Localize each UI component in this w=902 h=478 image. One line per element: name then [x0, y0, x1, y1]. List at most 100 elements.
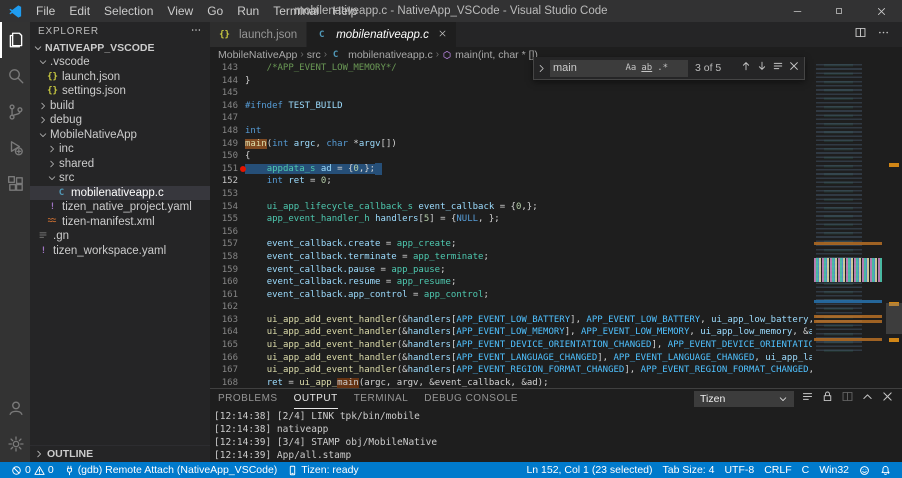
minimize-icon[interactable]	[776, 0, 818, 22]
code-line-153[interactable]: 153	[210, 188, 812, 201]
tab-launch.json[interactable]: {}launch.json	[210, 22, 307, 47]
tree-item-debug[interactable]: debug	[30, 113, 210, 128]
activity-run-and-debug[interactable]	[0, 130, 30, 166]
line-number[interactable]: 155	[210, 213, 238, 226]
match-case-icon[interactable]: Aa	[623, 63, 639, 73]
code-line-166[interactable]: 166 ui_app_add_event_handler(&handlers[A…	[210, 352, 812, 365]
tree-item-build[interactable]: build	[30, 99, 210, 114]
tree-item-src[interactable]: src	[30, 171, 210, 186]
menu-file[interactable]: File	[29, 0, 62, 22]
code-line-148[interactable]: 148int	[210, 125, 812, 138]
code-line-165[interactable]: 165 ui_app_add_event_handler(&handlers[A…	[210, 339, 812, 352]
close-find-icon[interactable]	[788, 59, 800, 77]
line-number[interactable]: 162	[210, 301, 238, 314]
breadcrumb-item-1[interactable]: MobileNativeApp	[218, 49, 297, 61]
maximize-panel-icon[interactable]	[861, 390, 874, 408]
code-line-156[interactable]: 156	[210, 226, 812, 239]
activity-extensions[interactable]	[0, 166, 30, 202]
line-number[interactable]: 165	[210, 339, 238, 352]
tizen-status[interactable]: Tizen: ready	[282, 464, 363, 476]
tree-item-settings.json[interactable]: {}settings.json	[30, 84, 210, 99]
status-eol[interactable]: CRLF	[759, 464, 796, 476]
status-language-mode[interactable]: C	[797, 464, 815, 476]
feedback-smiley-icon[interactable]	[854, 465, 875, 476]
output-channel-select[interactable]: Tizen	[694, 391, 794, 407]
line-number[interactable]: 153	[210, 188, 238, 201]
activity-settings[interactable]	[0, 426, 30, 462]
scrollbar-thumb[interactable]	[886, 303, 902, 334]
next-match-icon[interactable]	[756, 59, 768, 77]
regex-icon[interactable]: .*	[655, 63, 671, 73]
breadcrumb-item-2[interactable]: src	[307, 49, 321, 61]
output-console[interactable]: [12:14:38] [2/4] LINK tpk/bin/mobile[12:…	[214, 410, 882, 462]
line-number[interactable]: 147	[210, 112, 238, 125]
menu-selection[interactable]: Selection	[97, 0, 160, 22]
line-number[interactable]: 160	[210, 276, 238, 289]
tree-item-tizen_workspace.yaml[interactable]: !tizen_workspace.yaml	[30, 244, 210, 259]
debug-target-status[interactable]: (gdb) Remote Attach (NativeApp_VSCode)	[59, 464, 283, 476]
maximize-icon[interactable]	[818, 0, 860, 22]
tree-item-MobileNativeApp[interactable]: MobileNativeApp	[30, 128, 210, 143]
code-line-162[interactable]: 162	[210, 301, 812, 314]
whole-word-icon[interactable]: ab	[639, 63, 655, 73]
close-panel-icon[interactable]	[881, 390, 894, 408]
activity-accounts[interactable]	[0, 390, 30, 426]
line-number[interactable]: 146	[210, 100, 238, 113]
outline-section[interactable]: OUTLINE	[30, 445, 210, 462]
tree-item-inc[interactable]: inc	[30, 142, 210, 157]
line-number[interactable]: 154	[210, 201, 238, 214]
close-tab-icon[interactable]	[438, 29, 447, 41]
line-number[interactable]: 143	[210, 62, 238, 75]
code-line-150[interactable]: 150{	[210, 150, 812, 163]
line-number[interactable]: 150	[210, 150, 238, 163]
code-line-147[interactable]: 147	[210, 112, 812, 125]
menu-help[interactable]: Help	[326, 0, 365, 22]
code-line-155[interactable]: 155 app_event_handler_h handlers[5] = {N…	[210, 213, 812, 226]
line-number[interactable]: 166	[210, 352, 238, 365]
line-number[interactable]: 161	[210, 289, 238, 302]
line-number[interactable]: 148	[210, 125, 238, 138]
code-line-146[interactable]: 146#ifndef TEST_BUILD	[210, 100, 812, 113]
code-line-152[interactable]: 152 int ret = 0;	[210, 175, 812, 188]
workspace-root-row[interactable]: NATIVEAPP_VSCODE	[30, 40, 210, 55]
split-panel-icon[interactable]	[841, 390, 854, 408]
code-line-159[interactable]: 159 event_callback.pause = app_pause;	[210, 264, 812, 277]
line-number[interactable]: 149	[210, 138, 238, 151]
find-in-selection-icon[interactable]	[772, 59, 784, 77]
activity-source-control[interactable]	[0, 94, 30, 130]
tab-mobilenativeapp.c[interactable]: Cmobilenativeapp.c	[307, 22, 457, 47]
panel-tab-debug-console[interactable]: DEBUG CONSOLE	[424, 389, 518, 409]
menu-terminal[interactable]: Terminal	[266, 0, 325, 22]
clear-output-icon[interactable]	[801, 390, 814, 408]
menu-run[interactable]: Run	[230, 0, 266, 22]
code-line-164[interactable]: 164 ui_app_add_event_handler(&handlers[A…	[210, 326, 812, 339]
line-number[interactable]: 156	[210, 226, 238, 239]
line-number[interactable]: 163	[210, 314, 238, 327]
code-line-151[interactable]: 151 appdata_s ad = {0,};	[210, 163, 812, 176]
tree-item-.vscode[interactable]: .vscode	[30, 55, 210, 70]
tree-item-mobilenativeapp.c[interactable]: Cmobilenativeapp.c	[30, 186, 210, 201]
line-number[interactable]: 167	[210, 364, 238, 377]
tree-item-launch.json[interactable]: {}launch.json	[30, 70, 210, 85]
line-number[interactable]: 158	[210, 251, 238, 264]
code-line-161[interactable]: 161 event_callback.app_control = app_con…	[210, 289, 812, 302]
explorer-more-actions-icon[interactable]	[190, 24, 202, 39]
menu-go[interactable]: Go	[200, 0, 230, 22]
line-number[interactable]: 145	[210, 87, 238, 100]
line-number[interactable]: 157	[210, 238, 238, 251]
status-platform[interactable]: Win32	[814, 464, 854, 476]
previous-match-icon[interactable]	[740, 59, 752, 77]
tree-item-.gn[interactable]: .gn	[30, 229, 210, 244]
status-cursor-position[interactable]: Ln 152, Col 1 (23 selected)	[521, 464, 657, 476]
code-line-167[interactable]: 167 ui_app_add_event_handler(&handlers[A…	[210, 364, 812, 377]
line-number[interactable]: 152	[210, 175, 238, 188]
code-editor[interactable]: 143 /*APP_EVENT_LOW_MEMORY*/144}145146#i…	[210, 62, 902, 388]
line-number[interactable]: 144	[210, 75, 238, 88]
line-number[interactable]: 159	[210, 264, 238, 277]
tree-item-tizen_native_project.yaml[interactable]: !tizen_native_project.yaml	[30, 200, 210, 215]
activity-explorer[interactable]	[0, 22, 30, 58]
toggle-replace-icon[interactable]	[536, 63, 547, 74]
menu-edit[interactable]: Edit	[62, 0, 97, 22]
problems-status[interactable]: 0 0	[6, 464, 59, 476]
tree-item-shared[interactable]: shared	[30, 157, 210, 172]
